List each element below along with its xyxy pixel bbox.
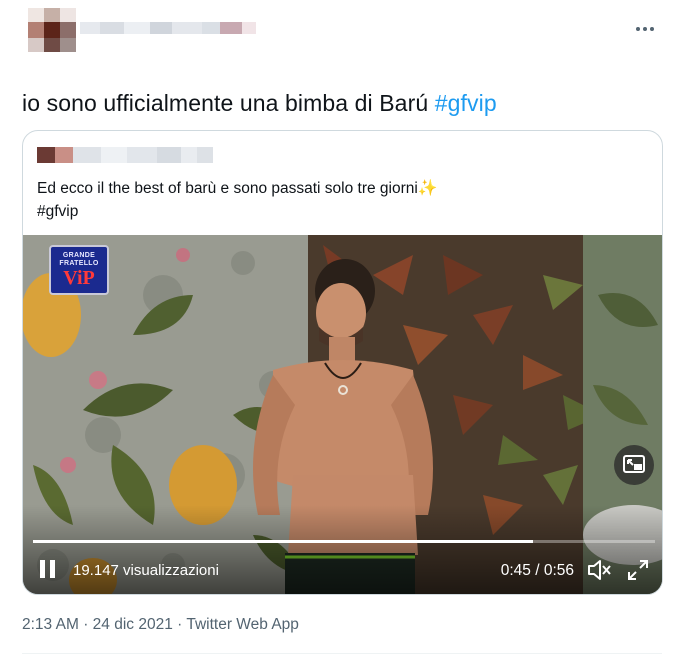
video-controls: 19.147 visualizzazioni 0:45 / 0:56 xyxy=(23,550,662,590)
more-horizontal-icon xyxy=(636,27,640,31)
tweet-source-link[interactable]: Twitter Web App xyxy=(186,616,299,633)
video-time: 0:45 / 0:56 xyxy=(500,562,574,579)
video-progress-fill xyxy=(33,540,533,543)
divider xyxy=(22,653,662,654)
tweet-date-link[interactable]: 24 dic 2021 xyxy=(93,616,173,633)
fullscreen-button[interactable] xyxy=(626,558,650,582)
tweet-author-row xyxy=(20,8,660,58)
tweet-text: io sono ufficialmente una bimba di Barú … xyxy=(22,90,497,117)
author-avatar[interactable] xyxy=(28,8,76,52)
pause-button[interactable] xyxy=(39,560,57,580)
quoted-text-line: Ed ecco il the best of barù e sono passa… xyxy=(37,177,438,200)
hashtag-link[interactable]: #gfvip xyxy=(435,90,497,116)
gf-vip-logo: GRANDE FRATELLO ViP xyxy=(49,245,109,295)
tweet-meta: 2:13 AM · 24 dic 2021 · Twitter Web App xyxy=(22,616,299,634)
quoted-text-body: Ed ecco il the best of barù e sono passa… xyxy=(37,180,418,197)
quoted-hashtag[interactable]: #gfvip xyxy=(37,200,438,223)
meta-separator: · xyxy=(83,616,89,633)
pause-icon xyxy=(40,560,45,578)
fullscreen-icon xyxy=(628,560,648,580)
mute-button[interactable] xyxy=(586,558,612,582)
view-count: 19.147 visualizzazioni xyxy=(73,562,219,579)
quoted-author[interactable] xyxy=(37,147,237,165)
author-name[interactable] xyxy=(80,18,280,42)
picture-in-picture-button[interactable] xyxy=(614,445,654,485)
sparkles-icon: ✨ xyxy=(417,180,438,197)
video-progress-bar[interactable] xyxy=(33,540,655,543)
tweet-time-link[interactable]: 2:13 AM xyxy=(22,616,79,633)
logo-small-text: GRANDE FRATELLO xyxy=(59,252,99,267)
more-options-button[interactable] xyxy=(630,14,660,44)
logo-vip-text: ViP xyxy=(63,267,95,289)
video-player[interactable]: GRANDE FRATELLO ViP 19.147 visualizzazio… xyxy=(23,235,662,594)
picture-in-picture-icon xyxy=(623,455,645,473)
volume-muted-icon xyxy=(588,560,611,580)
meta-separator: · xyxy=(177,616,183,633)
quoted-tweet-card[interactable]: Ed ecco il the best of barù e sono passa… xyxy=(22,130,663,595)
tweet-text-body: io sono ufficialmente una bimba di Barú xyxy=(22,90,429,116)
quoted-tweet-text: Ed ecco il the best of barù e sono passa… xyxy=(37,177,438,223)
